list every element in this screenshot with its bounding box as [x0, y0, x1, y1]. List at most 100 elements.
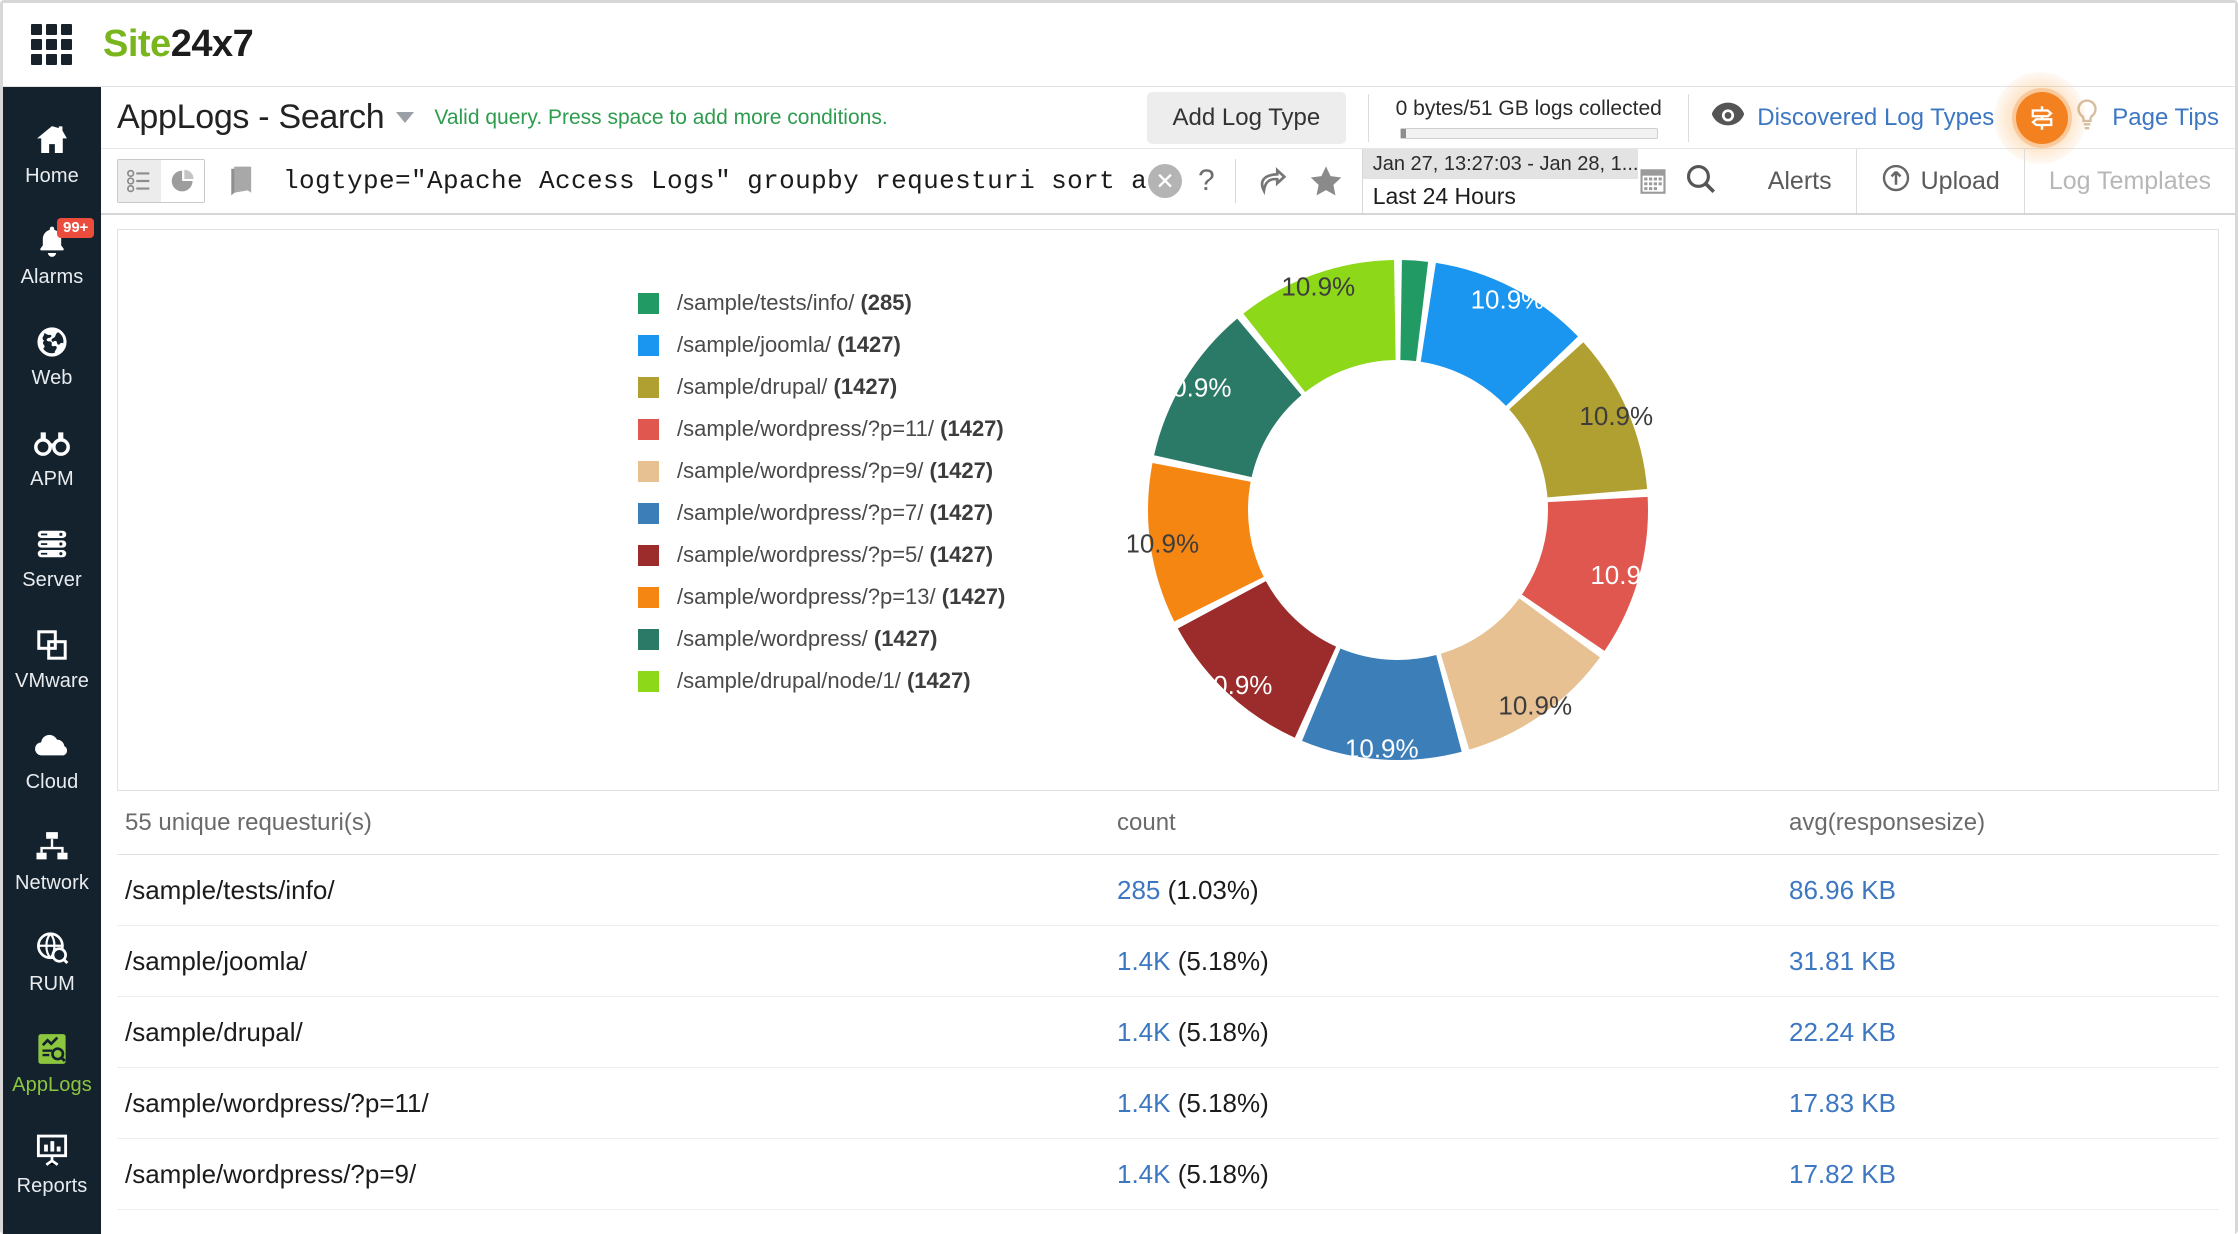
search-icon[interactable]	[1684, 162, 1718, 201]
legend-item[interactable]: /sample/wordpress/?p=13/ (1427)	[638, 584, 1005, 610]
legend-swatch	[638, 376, 659, 398]
table-row[interactable]: /sample/tests/info/ 285 (1.03%) 86.96 KB	[117, 855, 2219, 926]
upload-label: Upload	[1920, 166, 2000, 195]
sidebar-item-apm[interactable]: APM	[3, 406, 101, 507]
logo-text-dark: 24x7	[170, 23, 254, 65]
legend-item[interactable]: /sample/wordpress/?p=11/ (1427)	[638, 416, 1005, 442]
list-view-icon[interactable]	[118, 160, 161, 202]
legend-swatch	[638, 292, 659, 314]
sidebar-item-applogs[interactable]: AppLogs	[3, 1012, 101, 1113]
sidebar-item-cloud[interactable]: Cloud	[3, 709, 101, 810]
search-query-input[interactable]: logtype="Apache Access Logs" groupby req…	[283, 166, 1148, 196]
legend-label: /sample/joomla/ (1427)	[677, 332, 901, 357]
sidebar-item-reports[interactable]: Reports	[3, 1113, 101, 1214]
clear-x-icon[interactable]: ✕	[1148, 164, 1183, 198]
chevron-down-icon[interactable]	[396, 112, 415, 123]
layers-icon	[32, 625, 72, 665]
log-quota-text: 0 bytes/51 GB logs collected	[1395, 96, 1662, 120]
calendar-icon[interactable]	[1638, 149, 1669, 213]
donut-chart-svg[interactable]: 10.9% 10.9% 10.9% 10.9% 10.9% 10.9% 10.9% 10.9%…	[1125, 240, 1668, 780]
logo-text-green: Site	[103, 23, 171, 65]
legend-label: /sample/tests/info/ (285)	[677, 290, 912, 315]
sidebar-label-network: Network	[14, 871, 90, 894]
cell-avg: 22.24 KB	[1789, 1017, 2219, 1048]
sidebar-label-alarms: Alarms	[20, 265, 84, 288]
books-icon[interactable]	[227, 164, 257, 198]
avg-link[interactable]: 86.96 KB	[1789, 875, 1896, 905]
legend-swatch	[638, 502, 659, 524]
legend-item[interactable]: /sample/tests/info/ (285)	[638, 290, 1005, 316]
star-icon[interactable]	[1308, 164, 1344, 198]
add-log-type-button[interactable]: Add Log Type	[1146, 91, 1347, 144]
cell-requesturi: /sample/tests/info/	[125, 874, 335, 905]
divider	[1234, 159, 1236, 203]
cell-avg: 17.83 KB	[1789, 1088, 2219, 1119]
discovered-log-types-link[interactable]: Discovered Log Types	[1711, 101, 1994, 134]
legend-item[interactable]: /sample/wordpress/?p=5/ (1427)	[638, 542, 1005, 568]
cell-requesturi: /sample/drupal/	[125, 1016, 303, 1047]
signpost-icon[interactable]	[2016, 91, 2069, 144]
cell-count: 1.4K (5.18%)	[1117, 1088, 1789, 1119]
sidebar-item-home[interactable]: Home	[3, 103, 101, 204]
time-range-preset: Last 24 Hours	[1362, 179, 1639, 210]
chart-legend: /sample/tests/info/ (285) /sample/joomla…	[638, 290, 1005, 694]
avg-link[interactable]: 17.82 KB	[1789, 1159, 1896, 1189]
table-header-row: 55 unique requesturi(s) count avg(respon…	[117, 791, 2219, 855]
share-icon[interactable]	[1256, 165, 1290, 197]
sidebar-item-web[interactable]: Web	[3, 305, 101, 406]
table-row[interactable]: /sample/joomla/ 1.4K (5.18%) 31.81 KB	[117, 926, 2219, 997]
legend-swatch	[638, 670, 659, 692]
legend-item[interactable]: /sample/drupal/ (1427)	[638, 374, 1005, 400]
legend-item[interactable]: /sample/drupal/node/1/ (1427)	[638, 668, 1005, 694]
count-link[interactable]: 1.4K	[1117, 1159, 1171, 1189]
page-header-actions: Add Log Type 0 bytes/51 GB logs collecte…	[1146, 71, 2219, 164]
legend-swatch	[638, 586, 659, 608]
table-row[interactable]: /sample/wordpress/?p=9/ 1.4K (5.18%) 17.…	[117, 1139, 2219, 1210]
applogs-search-page: Site24x7 Home 99+ Alarms Web APM Server …	[0, 0, 2238, 1234]
count-link[interactable]: 1.4K	[1117, 1017, 1171, 1047]
query-help-icon[interactable]: ?	[1198, 164, 1215, 198]
cloud-icon	[32, 726, 72, 766]
sidebar-item-server[interactable]: Server	[3, 507, 101, 608]
time-range-picker[interactable]: Jan 27, 13:27:03 - Jan 28, 1... Last 24 …	[1361, 149, 1669, 213]
sidebar-label-apm: APM	[30, 467, 74, 490]
sidebar-item-rum[interactable]: RUM	[3, 911, 101, 1012]
sidebar-item-admin[interactable]: Admin	[3, 1214, 101, 1234]
count-link[interactable]: 1.4K	[1117, 1088, 1171, 1118]
sidebar-label-rum: RUM	[29, 972, 75, 995]
upload-button[interactable]: Upload	[1855, 149, 2024, 213]
log-templates-button[interactable]: Log Templates	[2023, 149, 2235, 213]
cell-requesturi: /sample/wordpress/?p=11/	[125, 1087, 429, 1118]
brand-bar: Site24x7	[3, 3, 2235, 87]
sidebar-item-alarms[interactable]: 99+ Alarms	[3, 204, 101, 305]
sidebar-item-network[interactable]: Network	[3, 810, 101, 911]
applogs-icon	[32, 1029, 72, 1069]
avg-link[interactable]: 22.24 KB	[1789, 1017, 1896, 1047]
pie-chart-view-icon[interactable]	[161, 160, 204, 202]
legend-label: /sample/drupal/ (1427)	[677, 374, 898, 399]
donut-slice-label: 10.9%	[1281, 272, 1355, 302]
cell-count: 285 (1.03%)	[1117, 875, 1789, 906]
column-header-requesturi: 55 unique requesturi(s)	[125, 808, 372, 836]
server-icon	[32, 524, 72, 564]
query-toolbar: logtype="Apache Access Logs" groupby req…	[101, 149, 2235, 215]
table-row[interactable]: /sample/wordpress/?p=11/ 1.4K (5.18%) 17…	[117, 1068, 2219, 1139]
avg-link[interactable]: 17.83 KB	[1789, 1088, 1896, 1118]
legend-item[interactable]: /sample/wordpress/?p=7/ (1427)	[638, 500, 1005, 526]
page-tips-link[interactable]: Page Tips	[2112, 104, 2219, 132]
sidebar-item-vmware[interactable]: VMware	[3, 608, 101, 709]
sidebar-label-home: Home	[25, 164, 79, 187]
count-link[interactable]: 285	[1117, 875, 1160, 905]
count-link[interactable]: 1.4K	[1117, 946, 1171, 976]
legend-label: /sample/drupal/node/1/ (1427)	[677, 668, 971, 693]
alerts-button[interactable]: Alerts	[1744, 149, 1856, 213]
legend-item[interactable]: /sample/wordpress/ (1427)	[638, 626, 1005, 652]
apps-grid-icon[interactable]	[29, 23, 73, 67]
table-row[interactable]: /sample/drupal/ 1.4K (5.18%) 22.24 KB	[117, 997, 2219, 1068]
legend-item[interactable]: /sample/joomla/ (1427)	[638, 332, 1005, 358]
donut-slice-label: 10.9%	[1590, 560, 1664, 590]
time-range-value: Jan 27, 13:27:03 - Jan 28, 1...	[1362, 149, 1639, 179]
avg-link[interactable]: 31.81 KB	[1789, 946, 1896, 976]
site24x7-logo[interactable]: Site24x7	[103, 23, 254, 66]
legend-item[interactable]: /sample/wordpress/?p=9/ (1427)	[638, 458, 1005, 484]
